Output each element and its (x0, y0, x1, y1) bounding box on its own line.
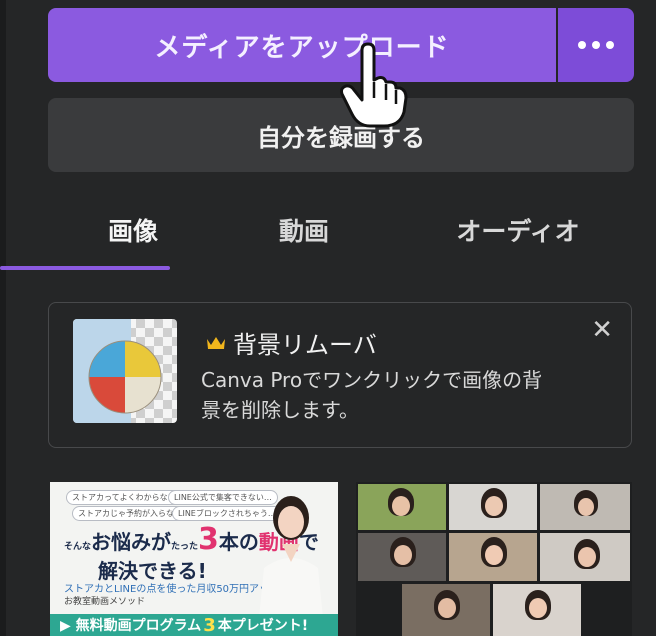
tab-audio[interactable]: オーディオ (432, 200, 604, 260)
person-face (485, 545, 503, 565)
headline-part: お悩みが (91, 530, 172, 554)
video-tile (449, 484, 537, 530)
banner-text: 本プレゼント! (217, 618, 309, 634)
promo-description: Canva Proでワンクリックで画像の背 景を削除します。 (201, 365, 601, 425)
video-tile (449, 533, 537, 581)
person-face (392, 496, 410, 516)
person-face (529, 598, 547, 618)
media-thumbnail[interactable]: ストアカってよくわからない… LINE公式で集客できない… ストアカじゃ予約が入… (50, 482, 338, 636)
person-face (578, 498, 594, 516)
beach-ball-image (73, 319, 177, 423)
video-tile (358, 533, 446, 581)
background-remover-promo[interactable]: 背景リムーバ Canva Proでワンクリックで画像の背 景を削除します。 ✕ (48, 302, 632, 448)
woman-portrait (258, 496, 324, 628)
media-tabs: 画像 動画 オーディオ (48, 200, 634, 272)
video-tile (493, 584, 581, 636)
video-tile (358, 484, 446, 530)
thumbnail-subtitle: お教室動画メソッド (64, 597, 146, 607)
person-face (394, 545, 412, 565)
video-tile (402, 584, 490, 636)
media-thumbnail[interactable] (356, 482, 632, 636)
headline-small: たった (171, 542, 199, 552)
promo-title: 背景リムーバ (205, 325, 377, 360)
tab-images[interactable]: 画像 (48, 200, 218, 260)
crown-icon (207, 336, 225, 349)
upload-media-button[interactable]: メディアをアップロード (48, 8, 556, 82)
hand-pointer-icon (340, 42, 408, 128)
headline-small: そんな (64, 542, 92, 552)
person-face (578, 547, 596, 567)
beach-ball-icon (88, 340, 162, 414)
banner-number: 3 (203, 614, 216, 636)
ellipsis-icon[interactable] (558, 8, 634, 82)
dot (592, 41, 600, 49)
headline-number: 3 (198, 522, 219, 557)
active-tab-indicator (0, 266, 170, 270)
video-tile (540, 484, 630, 530)
video-tile (540, 533, 630, 581)
dot (578, 41, 586, 49)
panel-edge (0, 0, 6, 636)
tab-videos[interactable]: 動画 (244, 200, 364, 260)
promo-desc-line: Canva Proでワンクリックで画像の背 (201, 368, 543, 392)
dot (606, 41, 614, 49)
headline-part: 本の (218, 530, 259, 554)
person-face (485, 496, 503, 516)
promo-desc-line: 景を削除します。 (201, 398, 359, 422)
promo-title-text: 背景リムーバ (233, 331, 377, 359)
banner-text: ▶ 無料動画プログラム (60, 618, 202, 634)
close-icon[interactable]: ✕ (591, 317, 613, 343)
thumbnail-banner: ▶ 無料動画プログラム 3 本プレゼント! (50, 614, 338, 636)
person-face (438, 598, 456, 618)
